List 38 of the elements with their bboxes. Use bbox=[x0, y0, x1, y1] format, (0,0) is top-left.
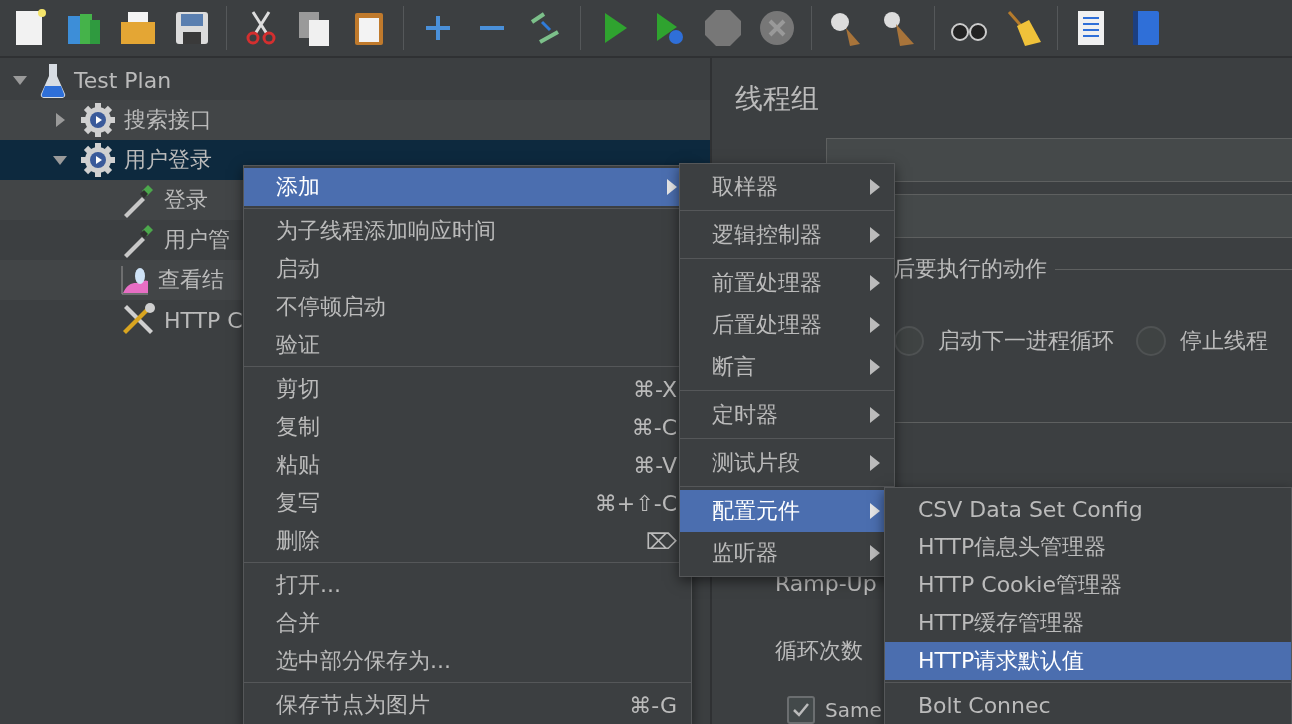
gear-icon bbox=[80, 102, 116, 138]
menu-item[interactable]: 断言 bbox=[680, 346, 894, 388]
loop-count-label: 循环次数 bbox=[775, 637, 863, 665]
menu-item[interactable]: 后置处理器 bbox=[680, 304, 894, 346]
menu-item[interactable]: 定时器 bbox=[680, 394, 894, 436]
checkbox-label: Same bbox=[825, 698, 882, 722]
check-icon bbox=[793, 703, 809, 717]
radio-label: 停止线程 bbox=[1180, 327, 1268, 356]
checkbox[interactable] bbox=[787, 696, 815, 724]
tree-item-label: 用户管 bbox=[164, 226, 230, 254]
tree-row[interactable]: 搜索接口 bbox=[0, 100, 710, 140]
flask-icon bbox=[40, 62, 66, 98]
panel-title: 线程组 bbox=[735, 81, 820, 117]
radio-button[interactable] bbox=[894, 326, 924, 357]
tree-item-label: 登录 bbox=[164, 186, 208, 214]
menu-item[interactable]: 选中部分保存为... bbox=[244, 642, 691, 680]
x-circle-icon[interactable] bbox=[757, 8, 797, 48]
tree-item-label: 查看结 bbox=[158, 266, 224, 294]
menu-item[interactable]: 前置处理器 bbox=[680, 262, 894, 304]
menu-item[interactable]: Bolt Connec bbox=[885, 686, 1291, 724]
menu-item[interactable]: 测试片段 bbox=[680, 442, 894, 484]
menu-item[interactable]: HTTP缓存管理器 bbox=[885, 604, 1291, 642]
menu-item[interactable]: 逻辑控制器 bbox=[680, 214, 894, 256]
collapse-arrow-icon[interactable] bbox=[53, 153, 67, 167]
name-field[interactable] bbox=[826, 138, 1292, 182]
section-legend: 后要执行的动作 bbox=[893, 254, 1047, 285]
tree-item-label: HTTP C bbox=[164, 307, 243, 333]
tree-item-label: Test Plan bbox=[74, 67, 172, 93]
radio-label: 启动下一进程循环 bbox=[938, 327, 1114, 356]
expand-arrow-icon[interactable] bbox=[53, 113, 67, 127]
menu-item[interactable]: 合并 bbox=[244, 604, 691, 642]
tree-item-label: 搜索接口 bbox=[124, 106, 212, 134]
menu-item[interactable]: 保存节点为图片 ⌘-G bbox=[244, 686, 691, 724]
menu-item[interactable]: HTTP请求默认值 bbox=[885, 642, 1291, 680]
tree-item-label: 用户登录 bbox=[124, 146, 212, 174]
gear-icon bbox=[80, 142, 116, 178]
collapse-arrow-icon[interactable] bbox=[13, 73, 27, 87]
radio-option[interactable]: 停止线程 bbox=[1136, 326, 1268, 357]
